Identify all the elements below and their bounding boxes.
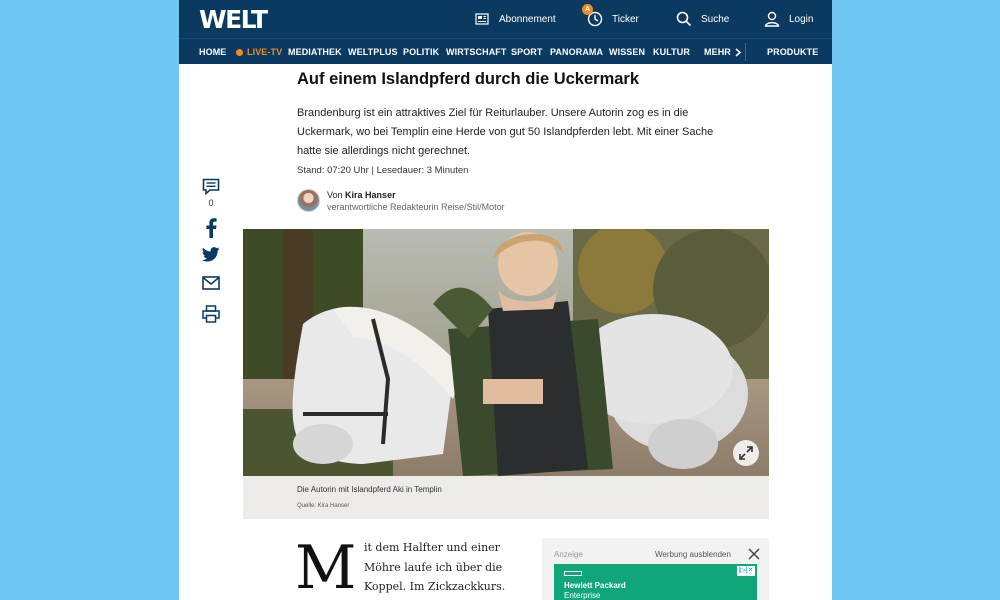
nav-produkte[interactable]: PRODUKTE	[767, 39, 818, 65]
expand-button[interactable]	[733, 440, 759, 466]
ad-container: Anzeige Werbung ausblenden Hewlett Packa…	[542, 538, 769, 600]
ad-label: Anzeige	[554, 550, 583, 559]
ticker-label: Ticker	[612, 13, 639, 25]
hero-photo	[243, 229, 769, 476]
print-icon[interactable]	[201, 305, 221, 323]
hide-ad-link[interactable]: Werbung ausblenden	[655, 550, 731, 559]
comment-icon[interactable]	[201, 178, 221, 196]
top-bar: WELT Abonnement A Ticker Suche Login	[179, 0, 832, 38]
abonnement-label: Abonnement	[499, 13, 556, 25]
drop-cap: M	[295, 533, 357, 600]
twitter-icon[interactable]	[201, 247, 221, 262]
ad-brand-line1: Hewlett Packard	[564, 581, 626, 590]
nav-wissen[interactable]: WISSEN	[609, 39, 645, 65]
login-link[interactable]: Login	[763, 0, 813, 38]
nav-live-tv[interactable]: LIVE-TV	[236, 39, 282, 65]
article-headline: Auf einem Islandpferd durch die Uckermar…	[297, 70, 640, 88]
article-body: it dem Halfter und einer Möhre laufe ich…	[364, 541, 506, 593]
live-dot-icon	[236, 48, 243, 56]
hpe-logo-icon	[564, 571, 582, 576]
nav-sport[interactable]: SPORT	[511, 39, 543, 65]
nav-divider	[745, 43, 746, 61]
nav-weltplus[interactable]: WELTPLUS	[348, 39, 398, 65]
nav-home[interactable]: HOME	[199, 39, 226, 65]
user-icon	[763, 10, 781, 28]
mail-icon[interactable]	[201, 276, 221, 290]
author-avatar[interactable]	[297, 189, 320, 212]
close-icon[interactable]	[747, 547, 761, 561]
nav-politik[interactable]: POLITIK	[403, 39, 439, 65]
nav-panorama[interactable]: PANORAMA	[550, 39, 603, 65]
welt-logo[interactable]: WELT	[199, 5, 268, 34]
image-caption: Die Autorin mit Islandpferd Aki in Templ…	[297, 485, 442, 494]
ticker-link[interactable]: A Ticker	[582, 0, 639, 38]
abonnement-link[interactable]: Abonnement	[473, 0, 556, 38]
image-credit: Quelle: Kira Hanser	[297, 503, 350, 509]
nav-live-tv-label: LIVE-TV	[247, 47, 283, 57]
search-icon	[675, 10, 693, 28]
nav-mediathek[interactable]: MEDIATHEK	[288, 39, 342, 65]
author-prefix: Von	[327, 190, 343, 200]
login-label: Login	[789, 13, 814, 25]
expand-icon	[739, 446, 753, 460]
ad-brand-line2: Enterprise	[564, 591, 601, 600]
article-page: WELT Abonnement A Ticker Suche Login HOM…	[179, 0, 832, 600]
nav-wirtschaft[interactable]: WIRTSCHAFT	[446, 39, 507, 65]
newspaper-icon	[473, 10, 491, 28]
author-name[interactable]: Kira Hanser	[345, 190, 396, 200]
ad-banner[interactable]: Hewlett Packard Enterprise |▷|✕	[554, 564, 757, 600]
comment-count: 0	[208, 198, 214, 208]
article-meta: Stand: 07:20 Uhr | Lesedauer: 3 Minuten	[297, 165, 469, 176]
search-label: Suche	[701, 13, 730, 25]
main-nav: HOME LIVE-TV MEDIATHEK WELTPLUS POLITIK …	[179, 38, 832, 64]
nav-more-label: MEHR	[704, 47, 731, 57]
facebook-icon[interactable]	[201, 218, 221, 238]
article-intro: Brandenburg ist ein attraktives Ziel für…	[297, 107, 714, 157]
author-role: verantwortliche Redakteurin Reise/Stil/M…	[327, 202, 505, 212]
hero-image[interactable]	[243, 229, 769, 476]
chevron-right-icon	[735, 47, 741, 57]
search-link[interactable]: Suche	[675, 0, 729, 38]
image-caption-box: Die Autorin mit Islandpferd Aki in Templ…	[243, 476, 769, 519]
adchoices-icon[interactable]: |▷|✕	[737, 566, 755, 576]
ticker-clock-icon: A	[582, 4, 604, 28]
nav-more[interactable]: MEHR	[704, 39, 741, 65]
author-byline: Von Kira Hanser	[327, 190, 396, 200]
nav-kultur[interactable]: KULTUR	[653, 39, 690, 65]
ticker-badge: A	[582, 4, 593, 15]
